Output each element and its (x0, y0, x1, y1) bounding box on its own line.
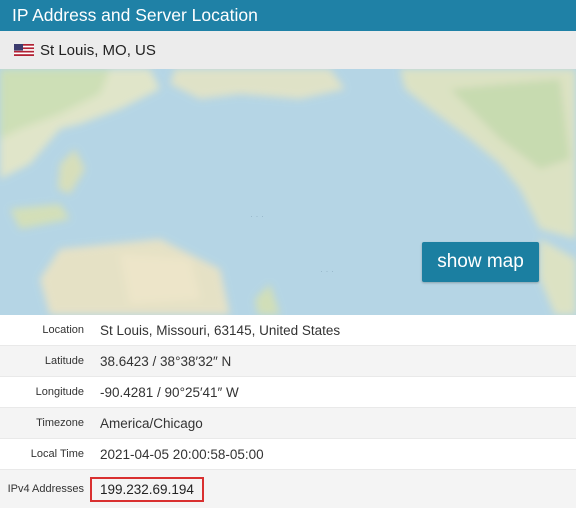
location-bar: St Louis, MO, US (0, 31, 576, 69)
row-label: Timezone (36, 417, 84, 429)
us-flag-icon (14, 44, 34, 56)
table-row: Timezone America/Chicago (0, 408, 576, 439)
details-table: Location St Louis, Missouri, 63145, Unit… (0, 315, 576, 508)
row-label: Local Time (30, 448, 84, 460)
map-preview[interactable]: · · · · · · show map (0, 69, 576, 315)
row-label: Latitude (44, 355, 84, 367)
row-label: Longitude (35, 386, 84, 398)
table-row: Local Time 2021-04-05 20:00:58-05:00 (0, 439, 576, 470)
row-value: 38.6423 / 38°38′32″ N (100, 353, 232, 369)
row-label: IPv4 Addresses (7, 483, 84, 495)
row-value: 2021-04-05 20:00:58-05:00 (100, 446, 264, 462)
table-row: Location St Louis, Missouri, 63145, Unit… (0, 315, 576, 346)
table-row: IPv4 Addresses 199.232.69.194 (0, 470, 576, 508)
page-header: IP Address and Server Location (0, 0, 576, 31)
ipv4-address-value: 199.232.69.194 (90, 476, 204, 502)
location-text: St Louis, MO, US (40, 41, 156, 59)
page-title: IP Address and Server Location (12, 5, 258, 25)
svg-text:· · ·: · · · (250, 211, 264, 221)
table-row: Latitude 38.6423 / 38°38′32″ N (0, 346, 576, 377)
show-map-button[interactable]: show map (422, 242, 539, 282)
row-value: -90.4281 / 90°25′41″ W (100, 384, 239, 400)
row-label: Location (42, 324, 84, 336)
row-value: St Louis, Missouri, 63145, United States (100, 322, 341, 338)
svg-text:· · ·: · · · (320, 266, 334, 276)
table-row: Longitude -90.4281 / 90°25′41″ W (0, 377, 576, 408)
row-value: America/Chicago (100, 415, 203, 431)
